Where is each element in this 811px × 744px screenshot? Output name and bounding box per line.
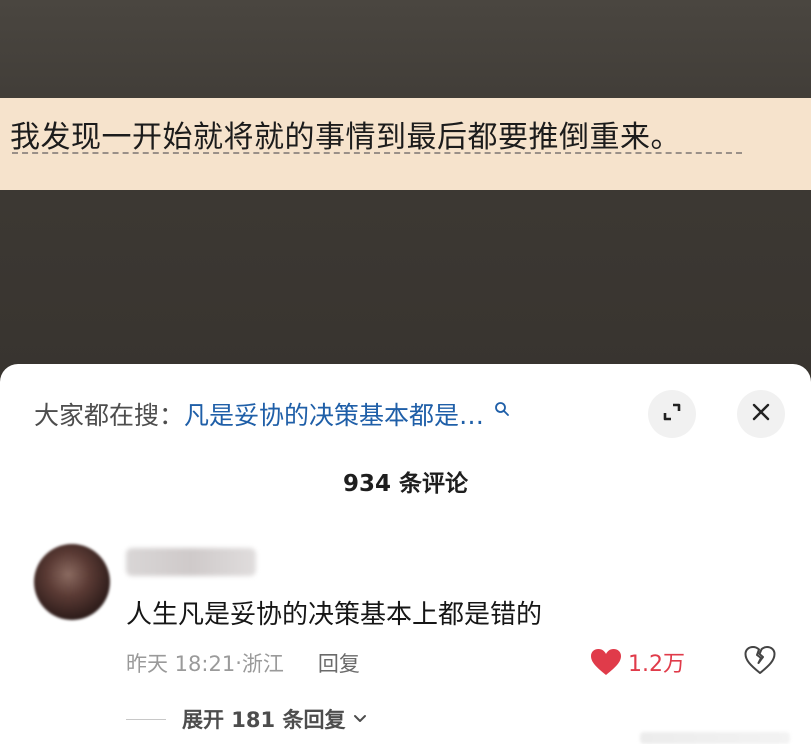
- subtitle-underline: [12, 152, 742, 154]
- comment-count-title: 934 条评论: [342, 471, 469, 497]
- watermark-blurred: [640, 732, 790, 744]
- search-icon[interactable]: [494, 394, 510, 423]
- search-suggestion[interactable]: 大家都在搜： 凡是妥协的决策基本都是…: [34, 396, 510, 432]
- expand-button[interactable]: [648, 390, 696, 438]
- search-suggestion-prefix: 大家都在搜：: [34, 401, 185, 430]
- video-subtitle: 我发现一开始就将就的事情到最后都要推倒重来。: [10, 120, 681, 155]
- broken-heart-icon: [744, 646, 776, 679]
- chevron-down-icon: [353, 714, 367, 724]
- search-suggestion-query[interactable]: 凡是妥协的决策基本都是…: [184, 396, 484, 432]
- video-background[interactable]: [0, 0, 811, 380]
- dislike-button[interactable]: [744, 645, 776, 679]
- expand-icon: [661, 401, 683, 427]
- close-icon: [750, 401, 772, 427]
- close-button[interactable]: [737, 390, 785, 438]
- comment-location: 浙江: [241, 652, 284, 676]
- expand-divider: [126, 718, 166, 720]
- avatar[interactable]: [34, 544, 110, 620]
- meta-separator: ·: [235, 651, 242, 675]
- username-blurred[interactable]: [126, 548, 256, 576]
- comment-time: 昨天 18:21: [126, 652, 236, 676]
- like-button[interactable]: 1.2万: [590, 646, 685, 678]
- comment-meta: 昨天 18:21 · 浙江 回复: [126, 648, 360, 678]
- expand-replies[interactable]: 展开 181 条回复: [126, 704, 367, 734]
- reply-button[interactable]: 回复: [318, 648, 360, 678]
- comment-text[interactable]: 人生凡是妥协的决策基本上都是错的: [126, 594, 542, 631]
- expand-replies-label: 展开 181 条回复: [182, 708, 346, 732]
- like-count: 1.2万: [628, 652, 685, 677]
- heart-icon: [590, 648, 622, 676]
